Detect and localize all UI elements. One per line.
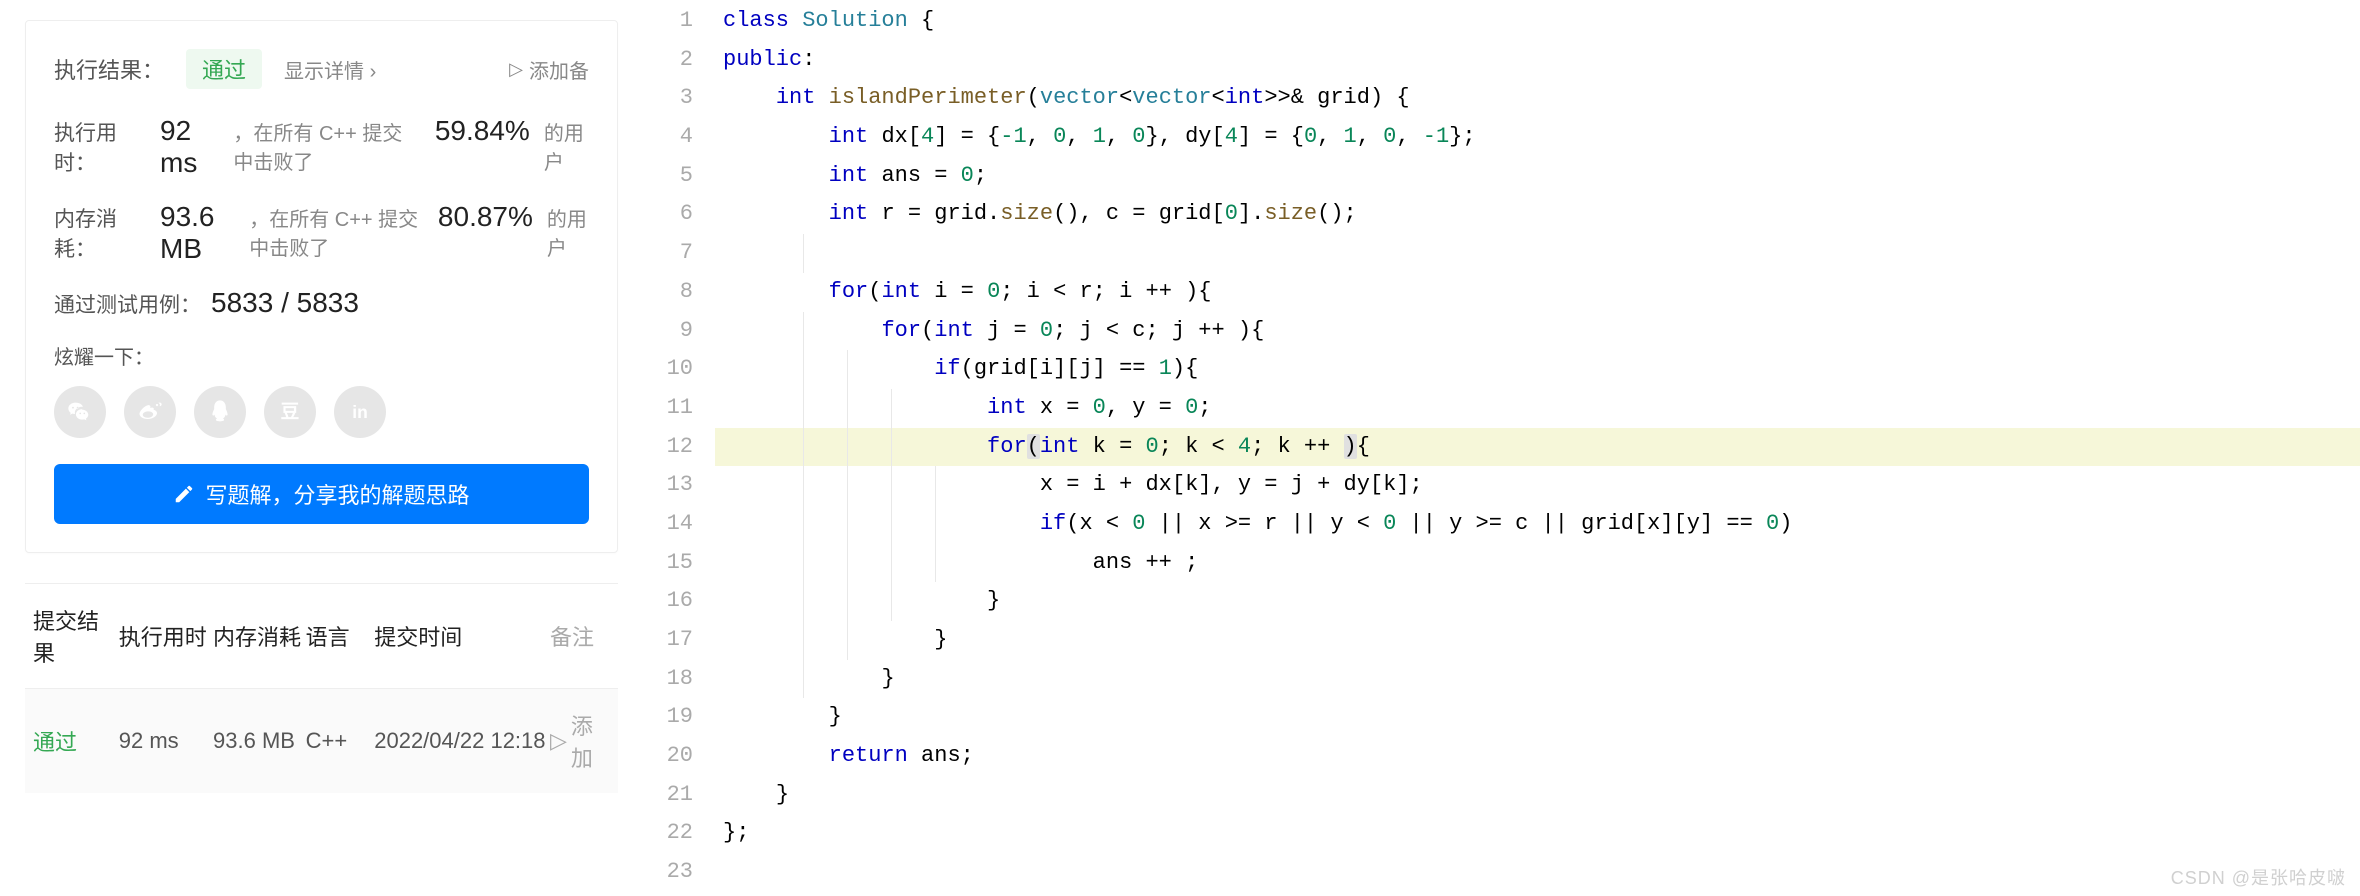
linkedin-icon[interactable]: in [334, 386, 386, 438]
watermark: CSDN @是张哈皮啵 [2171, 864, 2346, 890]
code-line[interactable]: if(grid[i][j] == 1){ [715, 350, 2360, 389]
code-line[interactable]: int dx[4] = {-1, 0, 1, 0}, dy[4] = {0, 1… [715, 118, 2360, 157]
code-panel: 1234567891011121314151617181920212223 cl… [643, 0, 2360, 896]
add-note-label: 添加备 [529, 55, 589, 84]
code-line[interactable]: public: [715, 41, 2360, 80]
code-line[interactable]: for(int j = 0; j < c; j ++ ){ [715, 312, 2360, 351]
time-pct: 59.84% [435, 115, 530, 147]
cases-value: 5833 / 5833 [211, 287, 359, 319]
td-result: 通过 [33, 725, 119, 757]
details-link[interactable]: 显示详情 [284, 55, 376, 84]
flag-icon: ▷ [550, 728, 567, 754]
svg-text:in: in [352, 402, 368, 422]
code-line[interactable]: } [715, 621, 2360, 660]
code-line[interactable]: int r = grid.size(), c = grid[0].size(); [715, 195, 2360, 234]
code-line[interactable] [715, 234, 2360, 273]
table-header: 提交结果 执行用时 内存消耗 语言 提交时间 备注 [25, 584, 618, 689]
mem-label: 内存消耗： [54, 203, 150, 263]
th-note: 备注 [550, 620, 610, 652]
code-line[interactable]: }; [715, 814, 2360, 853]
write-solution-button[interactable]: 写题解，分享我的解题思路 [54, 464, 589, 524]
code-line[interactable]: } [715, 582, 2360, 621]
mem-value: 93.6 MB [160, 201, 233, 265]
result-header: 执行结果： 通过 显示详情 ▷ 添加备 [54, 49, 589, 89]
douban-icon[interactable]: 豆 [264, 386, 316, 438]
table-row[interactable]: 通过 92 ms 93.6 MB C++ 2022/04/22 12:18 ▷ … [25, 689, 618, 793]
th-time: 执行用时 [119, 620, 213, 652]
result-label: 执行结果： [54, 53, 164, 85]
result-card: 执行结果： 通过 显示详情 ▷ 添加备 执行用时： 92 ms ，在所有 C++… [25, 20, 618, 553]
submissions-table: 提交结果 执行用时 内存消耗 语言 提交时间 备注 通过 92 ms 93.6 … [25, 583, 618, 793]
code-line[interactable]: int islandPerimeter(vector<vector<int>>&… [715, 79, 2360, 118]
th-result: 提交结果 [33, 604, 119, 668]
code-line[interactable]: for(int k = 0; k < 4; k ++ ){ [715, 428, 2360, 467]
left-panel: 执行结果： 通过 显示详情 ▷ 添加备 执行用时： 92 ms ，在所有 C++… [0, 0, 643, 896]
mem-stat-row: 内存消耗： 93.6 MB ，在所有 C++ 提交中击败了 80.87% 的用户 [54, 201, 589, 265]
time-desc-suffix: 的用户 [544, 117, 589, 175]
time-desc-prefix: ，在所有 C++ 提交中击败了 [233, 117, 420, 175]
svg-text:豆: 豆 [281, 401, 300, 422]
code-line[interactable]: x = i + dx[k], y = j + dy[k]; [715, 466, 2360, 505]
flag-icon: ▷ [509, 59, 523, 80]
th-mem: 内存消耗 [213, 620, 306, 652]
td-mem: 93.6 MB [213, 728, 306, 754]
time-value: 92 ms [160, 115, 217, 179]
code-line[interactable]: return ans; [715, 737, 2360, 776]
mem-desc-suffix: 的用户 [547, 203, 589, 261]
edit-icon [173, 483, 195, 505]
cases-stat-row: 通过测试用例： 5833 / 5833 [54, 287, 589, 319]
write-solution-label: 写题解，分享我的解题思路 [205, 478, 469, 510]
boast-label: 炫耀一下： [54, 341, 589, 370]
code-area[interactable]: class Solution {public: int islandPerime… [715, 2, 2360, 892]
share-icons-row: 豆 in [54, 386, 589, 438]
code-line[interactable]: } [715, 776, 2360, 815]
mem-desc-prefix: ，在所有 C++ 提交中击败了 [249, 203, 424, 261]
code-editor[interactable]: 1234567891011121314151617181920212223 cl… [643, 0, 2360, 892]
td-note-button[interactable]: ▷ 添加 [550, 709, 610, 773]
weibo-icon[interactable] [124, 386, 176, 438]
code-line[interactable]: if(x < 0 || x >= r || y < 0 || y >= c ||… [715, 505, 2360, 544]
code-line[interactable]: } [715, 660, 2360, 699]
td-time: 92 ms [119, 728, 213, 754]
code-line[interactable]: } [715, 698, 2360, 737]
code-line[interactable]: int ans = 0; [715, 157, 2360, 196]
code-line[interactable]: int x = 0, y = 0; [715, 389, 2360, 428]
th-date: 提交时间 [374, 620, 550, 652]
code-line[interactable]: for(int i = 0; i < r; i ++ ){ [715, 273, 2360, 312]
cases-label: 通过测试用例： [54, 289, 201, 319]
mem-pct: 80.87% [438, 201, 533, 233]
code-line[interactable] [715, 853, 2360, 892]
td-lang: C++ [306, 728, 375, 754]
td-note-label: 添加 [571, 709, 610, 773]
wechat-icon[interactable] [54, 386, 106, 438]
code-line[interactable]: ans ++ ; [715, 544, 2360, 583]
th-lang: 语言 [306, 620, 375, 652]
qq-icon[interactable] [194, 386, 246, 438]
line-gutter: 1234567891011121314151617181920212223 [643, 2, 715, 892]
status-badge: 通过 [186, 49, 262, 89]
code-line[interactable]: class Solution { [715, 2, 2360, 41]
td-date: 2022/04/22 12:18 [374, 728, 550, 754]
time-label: 执行用时： [54, 117, 150, 177]
add-note-button[interactable]: ▷ 添加备 [509, 55, 589, 84]
time-stat-row: 执行用时： 92 ms ，在所有 C++ 提交中击败了 59.84% 的用户 [54, 115, 589, 179]
